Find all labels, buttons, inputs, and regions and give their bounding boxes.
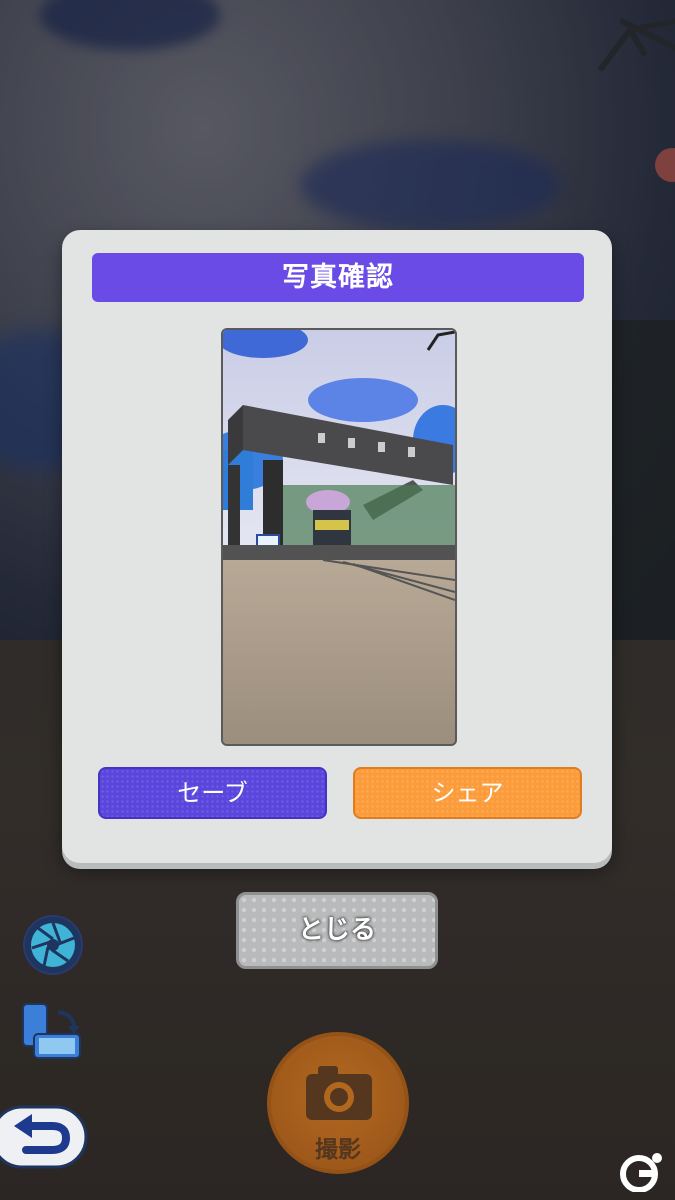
close-button[interactable]: とじる: [236, 892, 438, 969]
save-button[interactable]: セーブ: [98, 767, 327, 819]
dialog-title: 写真確認: [92, 253, 584, 302]
site-logo-icon: [620, 1153, 662, 1192]
shutter-label: 撮影: [315, 1137, 361, 1163]
shutter-button[interactable]: 撮影: [267, 1032, 409, 1174]
rotate-device-icon[interactable]: [20, 1002, 84, 1060]
photo-preview: [221, 328, 457, 746]
back-arrow-icon[interactable]: [0, 1104, 90, 1170]
camera-icon: [306, 1066, 372, 1120]
share-button[interactable]: シェア: [353, 767, 582, 819]
camera-aperture-icon[interactable]: [22, 914, 84, 976]
photo-confirm-dialog: 写真確認 セーブ シェア: [62, 230, 612, 863]
